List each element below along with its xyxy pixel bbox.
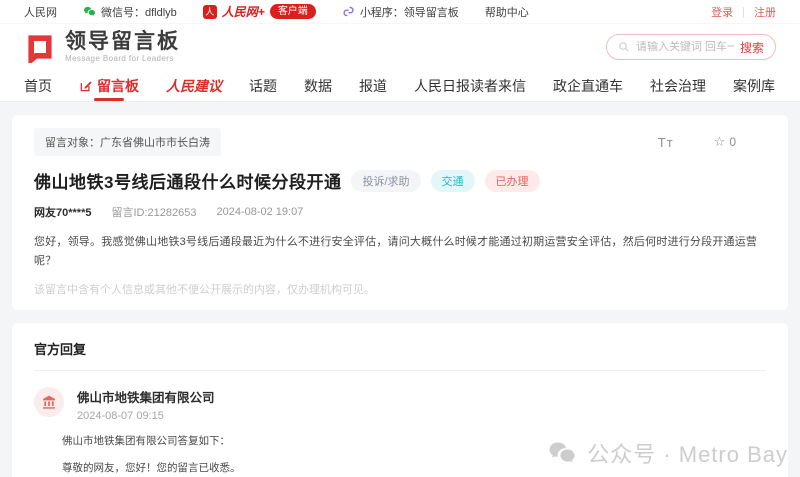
logo-subtitle: Message Board for Leaders: [65, 54, 180, 63]
message-author: 网友70****5: [34, 204, 91, 220]
nav-item-peoples-suggestions[interactable]: 人民建议: [166, 70, 222, 101]
auth-links: 登录 | 注册: [711, 4, 776, 20]
font-size-toggle[interactable]: Tт: [658, 135, 674, 150]
reply-org-name: 佛山市地铁集团有限公司: [77, 387, 215, 406]
peoples-daily-label: 人民网: [24, 4, 57, 20]
wechat-icon: [83, 5, 96, 18]
nav-item-topics[interactable]: 话题: [249, 70, 277, 101]
nav-item-case-library[interactable]: 案例库: [733, 70, 775, 101]
reply-paragraph: 佛山市地铁集团有限公司答复如下：: [62, 432, 766, 451]
privacy-note: 该留言中含有个人信息或其他不便公开展示的内容，仅办理机构可见。: [34, 281, 766, 297]
nav-label: 政企直通车: [553, 76, 623, 96]
client-app-link[interactable]: 人 人民网+ 客户端: [203, 3, 316, 20]
nav-item-home[interactable]: 首页: [24, 70, 52, 101]
search-icon: [618, 41, 630, 53]
help-center-label: 帮助中心: [485, 4, 529, 20]
edit-icon: [79, 79, 93, 93]
institution-icon: [41, 394, 57, 410]
wechat-account: 微信号：dfldlyb: [83, 4, 177, 20]
nav-item-message-board[interactable]: 留言板: [79, 70, 139, 101]
nav-item-reader-letters[interactable]: 人民日报读者来信: [414, 70, 526, 101]
reply-paragraph: 尊敬的网友，您好！您的留言已收悉。: [62, 459, 766, 477]
wechat-account-label: 微信号：dfldlyb: [101, 4, 177, 20]
search-box: 搜索: [606, 34, 776, 60]
login-link[interactable]: 登录: [711, 4, 733, 20]
nav-item-gov-enterprise[interactable]: 政企直通车: [553, 70, 623, 101]
search-input[interactable]: [636, 41, 734, 53]
favorite-count: 0: [729, 135, 736, 149]
favorite-button[interactable]: ☆ 0: [714, 134, 736, 150]
help-center-link[interactable]: 帮助中心: [485, 4, 529, 20]
message-card: 留言对象：广东省佛山市市长白涛 Tт ☆ 0 佛山地铁3号线后通段什么时候分段开…: [12, 115, 788, 310]
nav-item-social-governance[interactable]: 社会治理: [650, 70, 706, 101]
message-title: 佛山地铁3号线后通段什么时候分段开通: [34, 168, 341, 193]
client-badge: 客户端: [270, 4, 316, 19]
logo-title: 领导留言板: [65, 31, 180, 53]
reply-date: 2024-08-07 09:15: [77, 410, 215, 422]
message-meta: 网友70****5 留言ID:21282653 2024-08-02 19:07: [34, 204, 766, 220]
nav-label: 首页: [24, 76, 52, 96]
org-avatar: [34, 387, 64, 417]
peoples-daily-link[interactable]: 人民网: [24, 4, 57, 20]
nav-label: 案例库: [733, 76, 775, 96]
client-app-icon: 人: [203, 5, 217, 19]
message-id: 留言ID:21282653: [111, 204, 196, 220]
message-target: 留言对象：广东省佛山市市长白涛: [34, 128, 221, 156]
nav-label: 人民建议: [166, 76, 222, 96]
nav-label: 留言板: [97, 76, 139, 96]
message-content: 您好，领导。我感觉佛山地铁3号线后通段最近为什么不进行安全评估，请问大概什么时候…: [34, 233, 766, 270]
site-header: 领导留言板 Message Board for Leaders 搜索: [0, 24, 800, 70]
miniprogram-label: 小程序：领导留言板: [360, 4, 459, 20]
nav-label: 人民日报读者来信: [414, 76, 526, 96]
nav-label: 话题: [249, 76, 277, 96]
nav-item-reports[interactable]: 报道: [359, 70, 387, 101]
nav-label: 报道: [359, 76, 387, 96]
nav-label: 社会治理: [650, 76, 706, 96]
logo-icon: [24, 31, 56, 63]
official-reply-card: 官方回复 佛山市地铁集团有限公司 2024-08-07 09:15 佛山市地铁集…: [12, 323, 788, 477]
nav-item-data[interactable]: 数据: [304, 70, 332, 101]
auth-divider: |: [742, 6, 745, 18]
star-icon: ☆: [714, 134, 726, 150]
reply-section-title: 官方回复: [34, 336, 766, 371]
search-button[interactable]: 搜索: [740, 39, 764, 56]
main-nav: 首页 留言板 人民建议 话题 数据 报道 人民日报读者来信 政企直通车 社会治理…: [0, 70, 800, 102]
tag-status-handled: 已办理: [485, 170, 540, 192]
site-logo[interactable]: 领导留言板 Message Board for Leaders: [24, 31, 180, 63]
tag-category-traffic: 交通: [431, 170, 475, 192]
content-area: 留言对象：广东省佛山市市长白涛 Tт ☆ 0 佛山地铁3号线后通段什么时候分段开…: [0, 102, 800, 477]
client-brand-label: 人民网+: [222, 3, 265, 20]
tag-complaint: 投诉/求助: [351, 170, 420, 192]
miniprogram-icon: [342, 5, 355, 18]
message-date: 2024-08-02 19:07: [216, 206, 303, 218]
nav-label: 数据: [304, 76, 332, 96]
miniprogram-entry: 小程序：领导留言板: [342, 4, 459, 20]
reply-body: 佛山市地铁集团有限公司答复如下： 尊敬的网友，您好！您的留言已收悉。 目前3号线…: [62, 432, 766, 477]
top-utility-bar: 人民网 微信号：dfldlyb 人 人民网+ 客户端 小程序：领导留言板 帮助中…: [0, 0, 800, 24]
register-link[interactable]: 注册: [754, 4, 776, 20]
